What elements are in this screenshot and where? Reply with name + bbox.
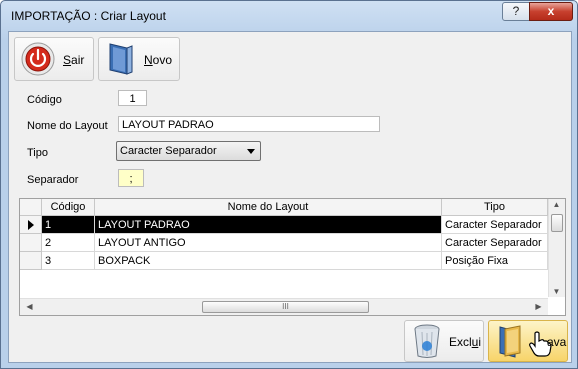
close-button[interactable]: x xyxy=(529,2,573,21)
separador-label: Separador xyxy=(27,174,79,186)
table-cell[interactable]: LAYOUT ANTIGO xyxy=(95,234,442,252)
table-cell[interactable]: 3 xyxy=(42,252,95,270)
scroll-left-icon[interactable]: ◀ xyxy=(22,302,37,311)
sair-label: Sair xyxy=(63,53,85,67)
row-indicator[interactable] xyxy=(20,216,42,234)
nome-input[interactable]: LAYOUT PADRAO xyxy=(118,116,380,132)
novo-label: Novo xyxy=(144,53,173,67)
help-button[interactable]: ? xyxy=(502,2,530,21)
row-indicator[interactable] xyxy=(20,252,42,270)
tipo-select[interactable]: Caracter Separador xyxy=(116,141,261,161)
grava-button[interactable]: ava xyxy=(488,320,568,362)
row-indicator[interactable] xyxy=(20,234,42,252)
codigo-label: Código xyxy=(27,94,62,106)
tipo-value: Caracter Separador xyxy=(120,145,217,157)
grid-corner xyxy=(20,199,42,216)
power-icon xyxy=(21,42,55,76)
sair-button[interactable]: Sair xyxy=(14,37,94,81)
separador-input[interactable]: ; xyxy=(118,169,144,187)
chevron-down-icon xyxy=(247,149,255,154)
nome-label: Nome do Layout xyxy=(27,120,108,132)
novo-button[interactable]: Novo xyxy=(98,37,180,81)
grava-label: ava xyxy=(547,335,567,349)
col-header-codigo[interactable]: Código xyxy=(42,199,95,216)
col-header-nome[interactable]: Nome do Layout xyxy=(95,199,442,216)
table-cell[interactable]: Caracter Separador xyxy=(442,234,548,252)
window: IMPORTAÇÃO : Criar Layout ? x Sair Novo … xyxy=(0,0,578,369)
table-cell[interactable]: Posição Fixa xyxy=(442,252,548,270)
client-area: Sair Novo Código 1 Nome do Layout LAYOUT… xyxy=(8,31,572,363)
vertical-scrollbar[interactable]: ▲ ▼ xyxy=(548,199,565,297)
window-title: IMPORTAÇÃO : Criar Layout xyxy=(11,9,166,23)
table-cell[interactable]: LAYOUT PADRAO xyxy=(95,216,442,234)
save-folder-icon xyxy=(499,325,521,358)
col-header-tipo[interactable]: Tipo xyxy=(442,199,548,216)
scroll-up-icon[interactable]: ▲ xyxy=(549,200,564,209)
horizontal-scrollbar[interactable]: ◀ III ▶ xyxy=(20,298,548,315)
scroll-down-icon[interactable]: ▼ xyxy=(549,287,564,296)
codigo-input[interactable]: 1 xyxy=(118,90,147,106)
new-document-icon xyxy=(109,43,133,75)
table-cell[interactable]: Caracter Separador xyxy=(442,216,548,234)
row-pointer-icon xyxy=(28,220,34,230)
table-cell[interactable]: BOXPACK xyxy=(95,252,442,270)
recycle-bin-icon xyxy=(414,324,440,358)
tipo-label: Tipo xyxy=(27,147,48,159)
title-bar: IMPORTAÇÃO : Criar Layout ? x xyxy=(1,1,577,31)
exclui-button[interactable]: Exclui xyxy=(404,320,484,362)
table-cell[interactable]: 2 xyxy=(42,234,95,252)
layout-grid[interactable]: Código Nome do Layout Tipo 1 LAYOUT PADR… xyxy=(19,198,566,316)
table-cell[interactable]: 1 xyxy=(42,216,95,234)
horizontal-scroll-thumb[interactable]: III xyxy=(202,301,369,313)
scroll-right-icon[interactable]: ▶ xyxy=(531,302,546,311)
exclui-label: Exclui xyxy=(449,335,482,349)
vertical-scroll-thumb[interactable] xyxy=(551,214,563,232)
